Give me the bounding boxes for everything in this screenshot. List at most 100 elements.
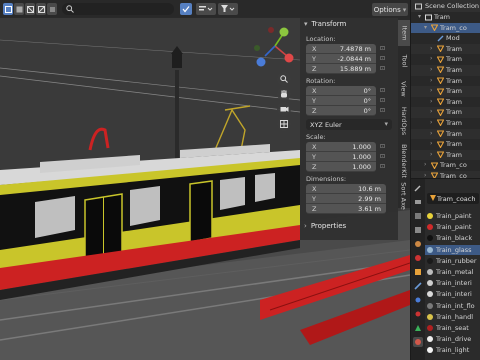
filter-dropdown[interactable] — [218, 3, 238, 15]
outliner-scene-collection[interactable]: Scene Collection — [411, 0, 480, 12]
world-tab-icon[interactable] — [413, 253, 423, 263]
outliner-row[interactable]: › Tram — [411, 64, 480, 76]
lock-icon[interactable]: ⊡ — [380, 65, 390, 73]
hand-pan-icon[interactable] — [277, 87, 291, 101]
material-slot[interactable]: Train_int_flo — [425, 301, 480, 312]
outliner-row[interactable]: › Tram — [411, 128, 480, 140]
location-z-field[interactable]: Z 15.889 m — [306, 64, 376, 74]
object-tab-icon[interactable] — [413, 267, 423, 277]
material-slot[interactable]: Train_handl — [425, 312, 480, 323]
expand-toggle-icon[interactable]: › — [430, 150, 432, 161]
rotation-z-field[interactable]: Z 0° — [306, 106, 376, 116]
outliner-row[interactable]: Mod — [411, 33, 480, 44]
location-x-field[interactable]: X 7.4878 m — [306, 44, 376, 54]
3d-viewport[interactable]: Options ▾ ▾ Transform Location: X 7.4878 … — [0, 0, 410, 360]
expand-toggle-icon[interactable]: › — [424, 160, 426, 171]
select-box-icon[interactable] — [3, 3, 13, 15]
dimensions-y-field[interactable]: Y 2.99 m — [306, 194, 386, 204]
physics-tab-icon[interactable] — [413, 309, 423, 319]
constraints-tab-icon[interactable] — [413, 323, 423, 333]
view-layer-tab-icon[interactable] — [413, 225, 423, 235]
expand-toggle-icon[interactable]: › — [430, 97, 432, 108]
search-input[interactable] — [62, 3, 174, 15]
expand-toggle-icon[interactable]: › — [430, 65, 432, 76]
object-name-field[interactable]: Tram_coach — [427, 193, 479, 204]
lock-icon[interactable]: ⊡ — [380, 163, 390, 171]
outliner-row[interactable]: › Tram — [411, 97, 480, 108]
expand-toggle-icon[interactable]: ▾ — [424, 23, 427, 34]
scene-tab-icon[interactable] — [413, 239, 423, 249]
expand-toggle-icon[interactable]: › — [430, 86, 432, 97]
outliner-row[interactable]: › Tram_co — [411, 160, 480, 171]
select-intersect-icon[interactable] — [47, 3, 57, 15]
rotation-mode-dropdown[interactable]: XYZ Euler ▾ — [306, 119, 392, 130]
lock-icon[interactable]: ⊡ — [380, 107, 390, 115]
outliner-row[interactable]: › Tram_co — [411, 170, 480, 178]
material-slot[interactable]: Train_paint — [425, 222, 480, 233]
camera-icon[interactable] — [277, 102, 291, 116]
scale-y-field[interactable]: Y 1.000 — [306, 152, 376, 162]
outliner-row[interactable]: › Tram — [411, 139, 480, 150]
modifier-tab-icon[interactable] — [413, 281, 423, 291]
material-slot[interactable]: Train_interi — [425, 278, 480, 289]
outliner-row[interactable]: › Tram — [411, 54, 480, 65]
material-slot[interactable]: Train_glass — [425, 244, 480, 256]
outliner-row[interactable]: › Tram — [411, 107, 480, 118]
outliner-row[interactable]: › Tram — [411, 118, 480, 129]
outliner-row[interactable]: ▾ Tram — [411, 12, 480, 23]
options-button[interactable]: Options ▾ — [372, 3, 408, 16]
properties-section-header[interactable]: › Properties — [300, 220, 398, 232]
location-y-field[interactable]: Y -2.0844 m — [306, 54, 376, 64]
dimensions-x-field[interactable]: X 10.6 m — [306, 184, 386, 194]
material-tab-icon[interactable] — [413, 337, 423, 347]
gizmo-y-axis[interactable] — [279, 27, 289, 37]
expand-toggle-icon[interactable]: › — [430, 54, 432, 65]
checkbox-icon[interactable] — [180, 3, 192, 15]
material-slot[interactable]: Train_black — [425, 233, 480, 244]
select-extend-icon[interactable] — [14, 3, 24, 15]
expand-toggle-icon[interactable]: › — [424, 171, 426, 178]
tool-tab-icon[interactable] — [413, 183, 423, 193]
expand-toggle-icon[interactable]: › — [430, 129, 432, 140]
lock-icon[interactable]: ⊡ — [380, 97, 390, 105]
grid-icon[interactable] — [277, 117, 291, 131]
navigation-gizmo[interactable] — [247, 18, 303, 74]
lock-icon[interactable]: ⊡ — [380, 153, 390, 161]
lock-icon[interactable]: ⊡ — [380, 55, 390, 63]
particles-tab-icon[interactable] — [413, 295, 423, 305]
gizmo-z-axis[interactable] — [256, 57, 266, 67]
lock-icon[interactable]: ⊡ — [380, 87, 390, 95]
tab-tool[interactable]: Tool — [398, 48, 410, 74]
render-tab-icon[interactable] — [413, 197, 423, 207]
material-slot[interactable]: Train_interi — [425, 289, 480, 300]
outliner-row[interactable]: ▾ Tram_co — [411, 22, 480, 34]
material-slot[interactable]: Train_seat — [425, 323, 480, 334]
dimensions-z-field[interactable]: Z 3.61 m — [306, 204, 386, 214]
rotation-y-field[interactable]: Y 0° — [306, 96, 376, 106]
outliner-row[interactable]: › Tram — [411, 149, 480, 161]
select-subtract-icon[interactable] — [25, 3, 35, 15]
material-slot[interactable]: Train_light — [425, 345, 480, 356]
tab-blenderkit[interactable]: BlenderKit — [398, 140, 410, 182]
scale-z-field[interactable]: Z 1.000 — [306, 162, 376, 172]
tab-sort-axe[interactable]: Sort Axe — [398, 182, 410, 209]
expand-toggle-icon[interactable]: › — [430, 139, 432, 150]
tab-view[interactable]: View — [398, 76, 410, 102]
expand-toggle-icon[interactable]: › — [430, 76, 432, 87]
view-layer-dropdown[interactable] — [196, 3, 216, 15]
outliner-row[interactable]: › Tram — [411, 76, 480, 87]
outliner-row[interactable]: › Tram — [411, 43, 480, 55]
expand-toggle-icon[interactable]: › — [430, 107, 432, 118]
expand-toggle-icon[interactable]: › — [430, 118, 432, 129]
lock-icon[interactable]: ⊡ — [380, 143, 390, 151]
material-slot[interactable]: Train_rubber — [425, 256, 480, 267]
gizmo-x-axis[interactable] — [284, 53, 294, 63]
select-invert-icon[interactable] — [36, 3, 46, 15]
expand-toggle-icon[interactable]: › — [430, 44, 432, 55]
output-tab-icon[interactable] — [413, 211, 423, 221]
transform-section-header[interactable]: ▾ Transform — [300, 18, 398, 30]
lock-icon[interactable]: ⊡ — [380, 45, 390, 53]
material-slot[interactable]: Train_paint — [425, 211, 480, 222]
scale-x-field[interactable]: X 1.000 — [306, 142, 376, 152]
rotation-x-field[interactable]: X 0° — [306, 86, 376, 96]
